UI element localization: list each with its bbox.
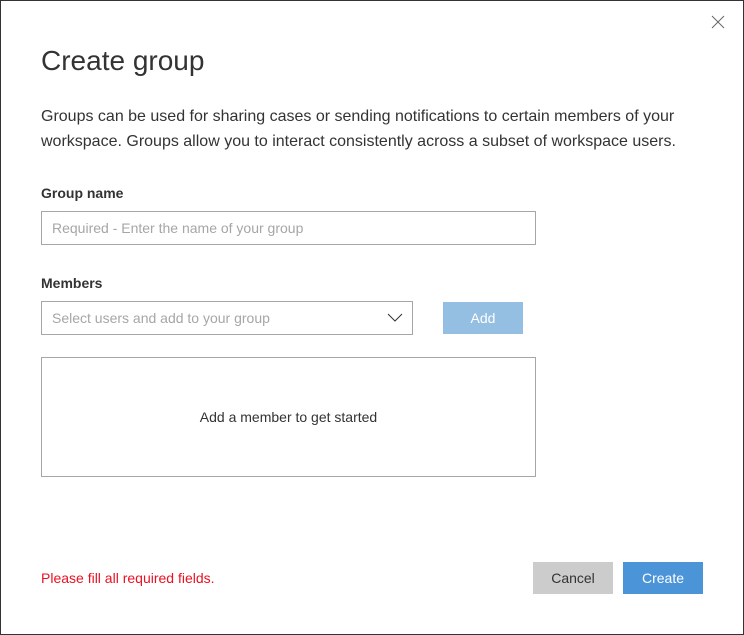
close-button[interactable] bbox=[711, 15, 727, 31]
dialog-footer: Please fill all required fields. Cancel … bbox=[41, 562, 703, 594]
members-section: Members Select users and add to your gro… bbox=[41, 275, 703, 477]
dialog-title: Create group bbox=[41, 45, 703, 77]
cancel-button[interactable]: Cancel bbox=[533, 562, 613, 594]
add-member-button[interactable]: Add bbox=[443, 302, 523, 334]
dialog-description: Groups can be used for sharing cases or … bbox=[41, 105, 703, 155]
members-select[interactable]: Select users and add to your group bbox=[41, 301, 413, 335]
group-name-label: Group name bbox=[41, 185, 703, 201]
members-select-display: Select users and add to your group bbox=[41, 301, 413, 335]
create-group-dialog: Create group Groups can be used for shar… bbox=[0, 0, 744, 635]
members-row: Select users and add to your group Add bbox=[41, 301, 703, 335]
create-button[interactable]: Create bbox=[623, 562, 703, 594]
close-icon bbox=[711, 15, 725, 29]
members-list-box: Add a member to get started bbox=[41, 357, 536, 477]
members-label: Members bbox=[41, 275, 703, 291]
group-name-input[interactable] bbox=[41, 211, 536, 245]
footer-buttons: Cancel Create bbox=[533, 562, 703, 594]
validation-error-text: Please fill all required fields. bbox=[41, 570, 215, 586]
group-name-section: Group name bbox=[41, 185, 703, 245]
members-empty-text: Add a member to get started bbox=[200, 409, 377, 425]
